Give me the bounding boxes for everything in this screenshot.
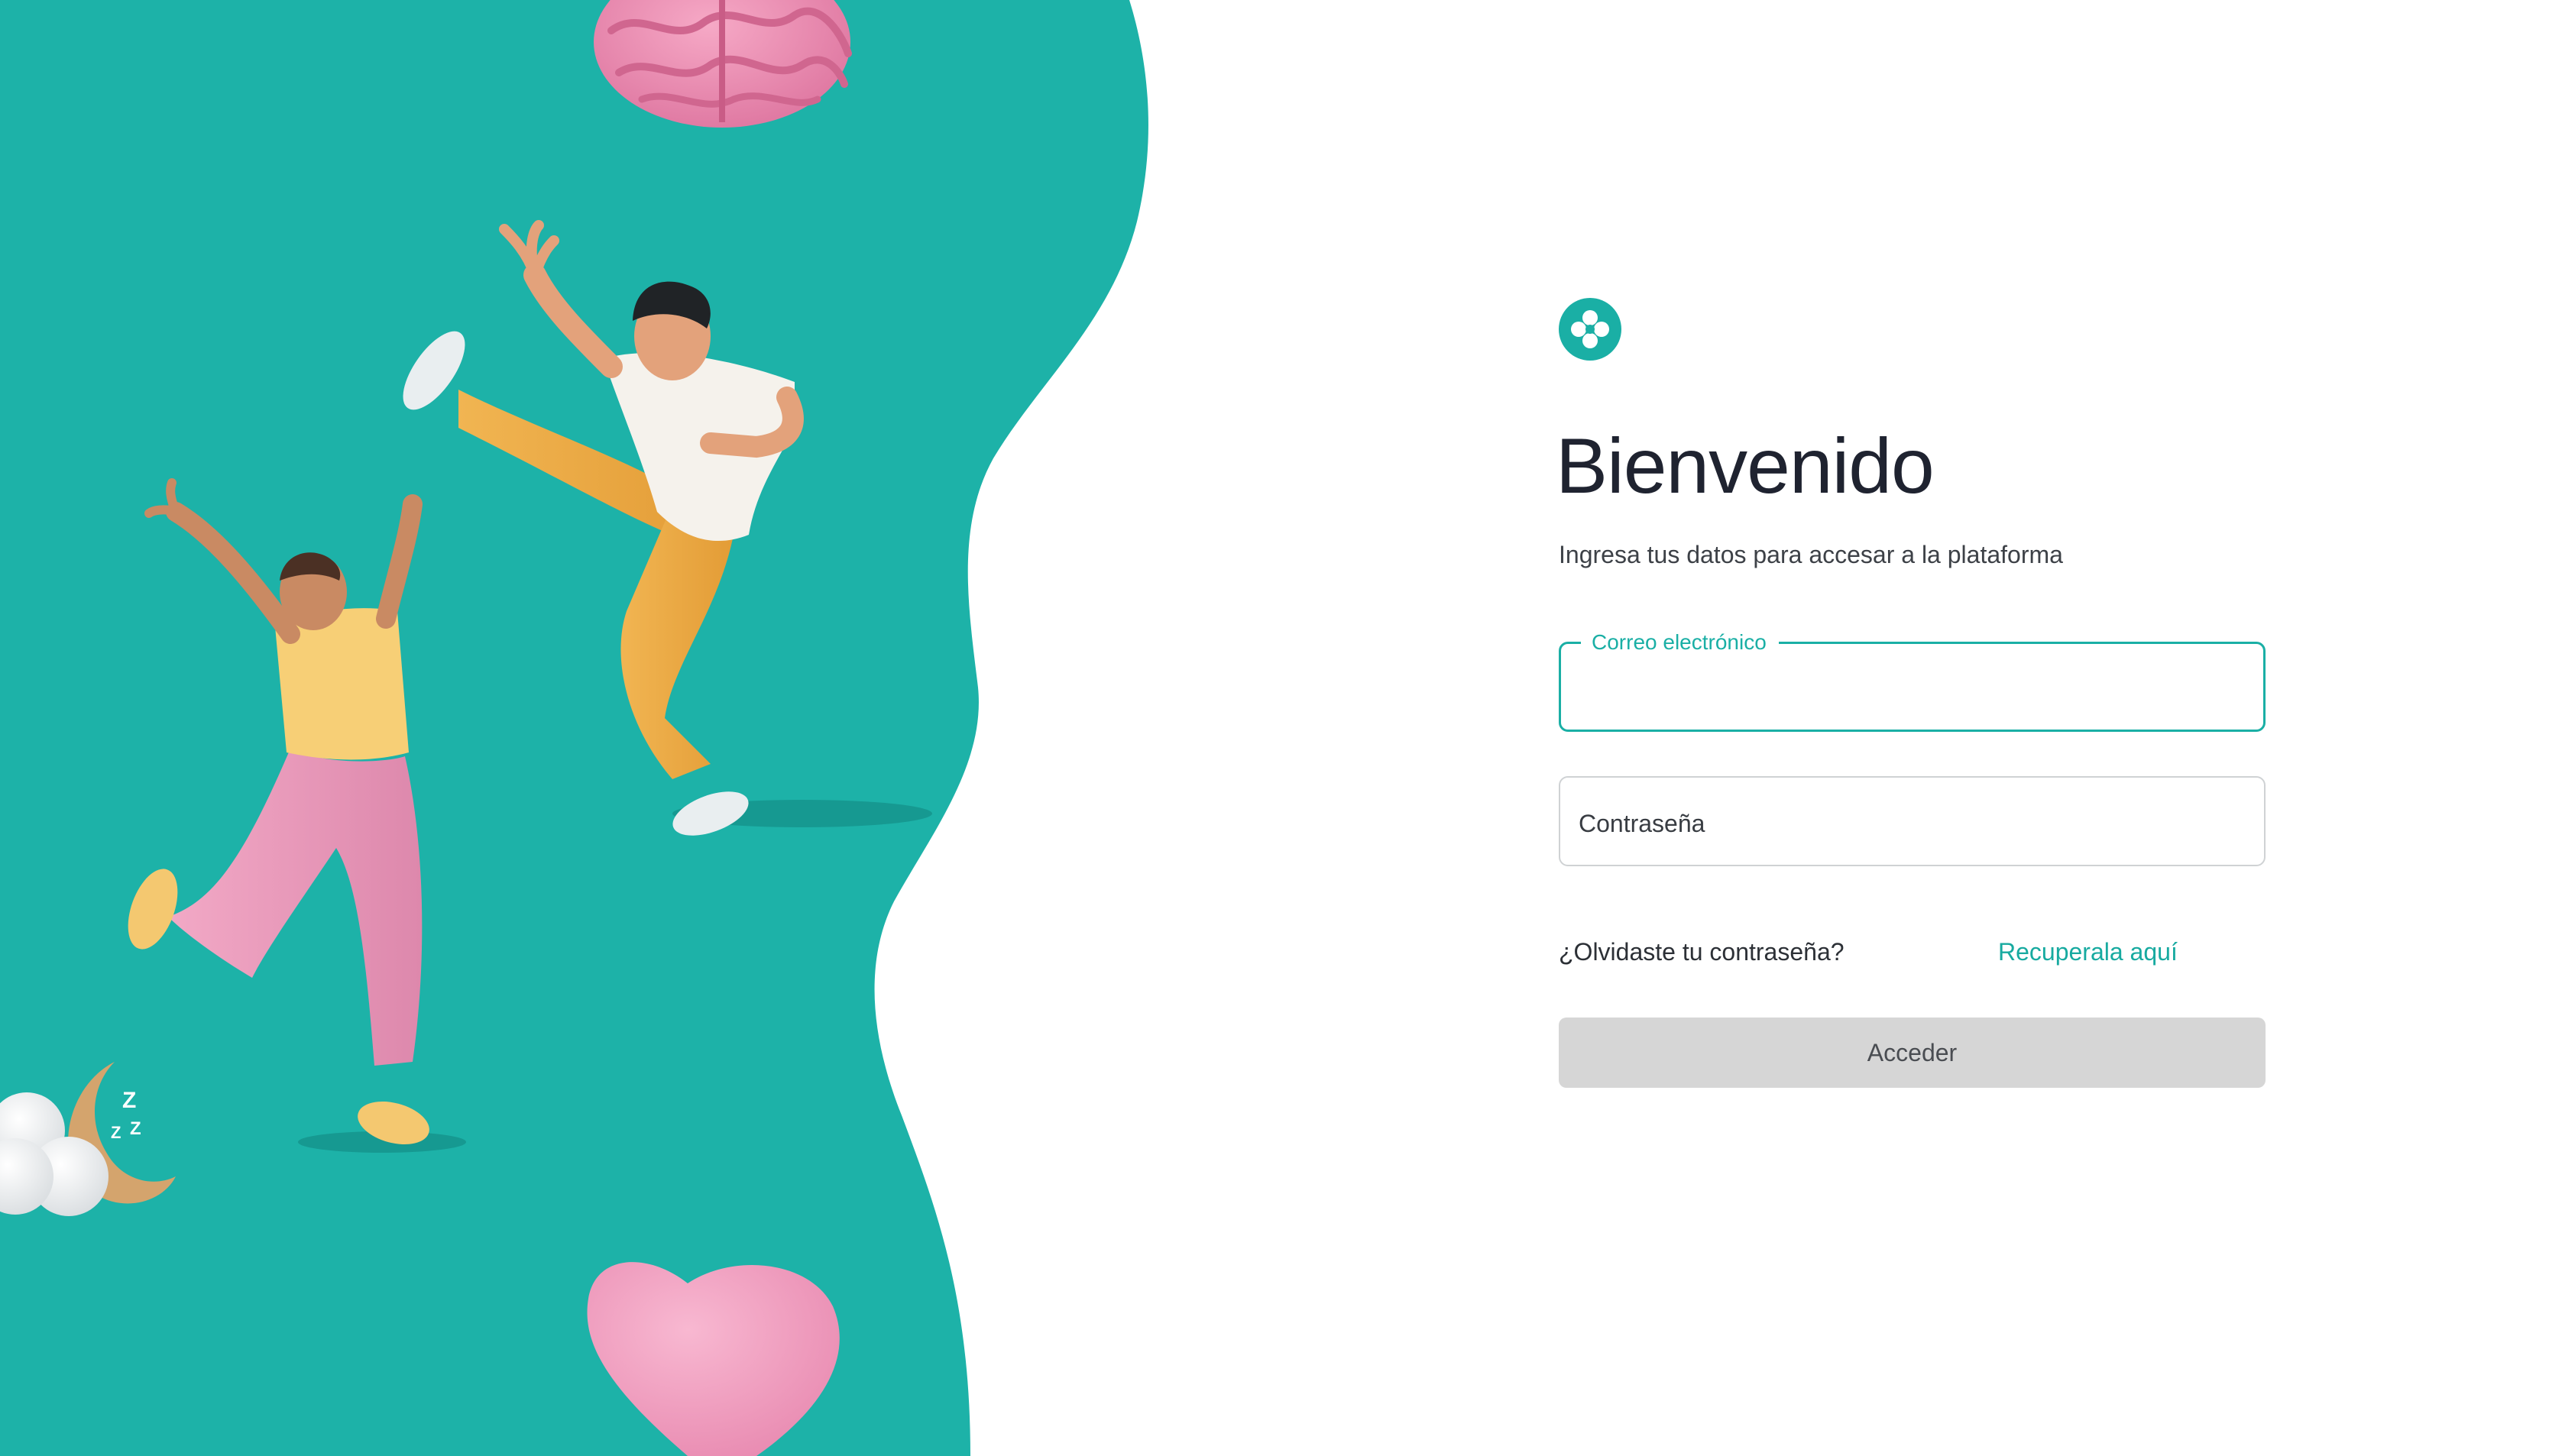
forgot-password-text: ¿Olvidaste tu contraseña? (1559, 938, 1845, 966)
svg-text:Z: Z (130, 1118, 141, 1139)
login-page: Z Z Z Bienvenido Ingresa tus datos para … (0, 0, 2549, 1456)
hero-illustration: Z Z Z (0, 0, 1148, 1456)
hero-panel: Z Z Z (0, 0, 1192, 1456)
login-button[interactable]: Acceder (1559, 1018, 2266, 1088)
email-field-label: Correo electrónico (1581, 629, 1779, 655)
email-field[interactable]: Correo electrónico (1559, 629, 2266, 732)
recover-password-link[interactable]: Recuperala aquí (1998, 938, 2178, 966)
password-input[interactable] (1577, 790, 2245, 857)
password-field[interactable] (1559, 776, 2266, 866)
teal-background-shape (0, 0, 1148, 1456)
page-subtitle: Ingresa tus datos para accesar a la plat… (1559, 541, 2063, 568)
svg-text:Z: Z (111, 1123, 121, 1142)
forgot-password-row: ¿Olvidaste tu contraseña? Recuperala aqu… (1559, 938, 2266, 969)
page-title: Bienvenido (1556, 422, 1935, 510)
email-input[interactable] (1578, 655, 2246, 722)
clover-logo-icon (1559, 298, 1621, 361)
svg-text:Z: Z (122, 1088, 136, 1113)
